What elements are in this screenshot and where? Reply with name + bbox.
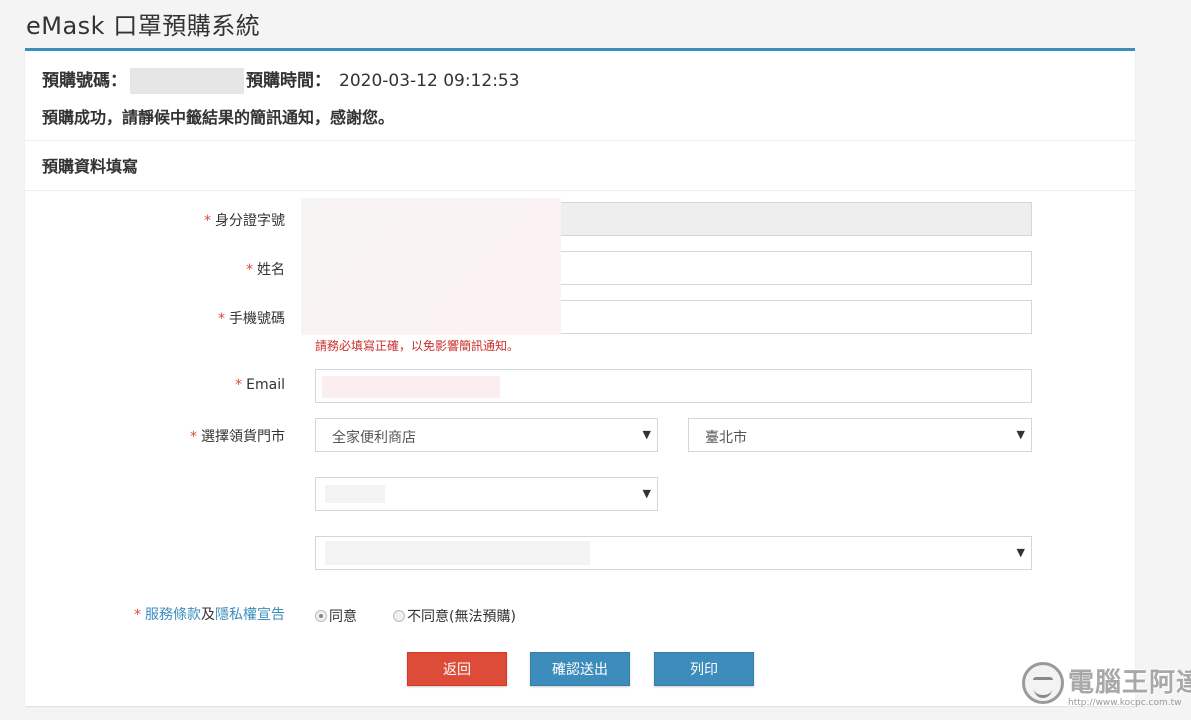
- store-label-text: 選擇領貨門市: [201, 429, 285, 445]
- name-label: * 姓名: [246, 259, 285, 279]
- order-time-label: 預購時間：: [246, 71, 331, 91]
- confirm-button[interactable]: 確認送出: [530, 652, 630, 686]
- chevron-down-icon: ▼: [642, 428, 651, 441]
- order-panel: 預購號碼： 預購時間： 2020-03-12 09:12:53 預購成功，請靜候中籤…: [25, 48, 1135, 706]
- name-label-text: 姓名: [257, 262, 285, 278]
- radio-disagree-label: 不同意(無法預購): [407, 609, 516, 625]
- chevron-down-icon: ▼: [1016, 546, 1025, 559]
- privacy-policy-link[interactable]: 隱私權宣告: [215, 607, 285, 623]
- required-mark: *: [246, 262, 253, 278]
- order-number-label: 預購號碼：: [42, 71, 127, 91]
- mascot-face-icon: [1022, 662, 1064, 704]
- required-mark: *: [134, 607, 141, 623]
- divider: [25, 140, 1135, 141]
- id-number-label: * 身分證字號: [204, 210, 285, 230]
- required-mark: *: [235, 377, 243, 393]
- phone-label-text: 手機號碼: [229, 311, 285, 327]
- district-redacted: [325, 485, 385, 503]
- watermark-url: http://www.kocpc.com.tw: [1068, 698, 1182, 708]
- terms-joiner: 及: [201, 607, 215, 623]
- email-redacted: [322, 376, 500, 398]
- redaction-overlay: [301, 198, 561, 335]
- store-chain-value: 全家便利商店: [332, 430, 416, 446]
- email-label-text: Email: [246, 377, 285, 393]
- success-message: 預購成功，請靜候中籤結果的簡訊通知，感謝您。: [42, 108, 395, 127]
- phone-label: * 手機號碼: [218, 308, 285, 328]
- radio-unchecked-icon[interactable]: [393, 610, 405, 622]
- store-chain-select[interactable]: 全家便利商店 ▼: [315, 418, 658, 452]
- required-mark: *: [218, 311, 225, 327]
- radio-agree[interactable]: 同意: [315, 606, 357, 626]
- city-value: 臺北市: [705, 430, 747, 446]
- store-select[interactable]: ▼: [315, 536, 1032, 570]
- back-button[interactable]: 返回: [407, 652, 507, 686]
- district-select[interactable]: ▼: [315, 477, 658, 511]
- required-mark: *: [204, 213, 211, 229]
- chevron-down-icon: ▼: [1016, 428, 1025, 441]
- terms-label: * 服務條款及隱私權宣告: [134, 604, 285, 624]
- terms-of-service-link[interactable]: 服務條款: [145, 607, 201, 623]
- print-button[interactable]: 列印: [654, 652, 754, 686]
- watermark-text: 電腦王阿達: [1068, 668, 1191, 698]
- app-title: eMask 口罩預購系統: [26, 12, 261, 40]
- chevron-down-icon: ▼: [642, 487, 651, 500]
- order-info-line: 預購號碼： 預購時間： 2020-03-12 09:12:53: [42, 66, 520, 94]
- order-number-redacted: [130, 68, 244, 94]
- store-redacted: [325, 541, 590, 565]
- divider: [25, 190, 1135, 191]
- order-time-value: 2020-03-12 09:12:53: [339, 71, 520, 91]
- phone-hint: 請務必填寫正確，以免影響簡訊通知。: [315, 339, 520, 353]
- required-mark: *: [190, 429, 197, 445]
- section-title: 預購資料填寫: [42, 157, 139, 176]
- radio-disagree[interactable]: 不同意(無法預購): [393, 606, 516, 626]
- email-label: * Email: [235, 377, 285, 393]
- store-label: * 選擇領貨門市: [190, 426, 285, 446]
- id-number-label-text: 身分證字號: [215, 213, 285, 229]
- radio-agree-label: 同意: [329, 609, 357, 625]
- city-select[interactable]: 臺北市 ▼: [688, 418, 1032, 452]
- watermark: 電腦王阿達 http://www.kocpc.com.tw: [1020, 658, 1191, 718]
- radio-checked-icon[interactable]: [315, 610, 327, 622]
